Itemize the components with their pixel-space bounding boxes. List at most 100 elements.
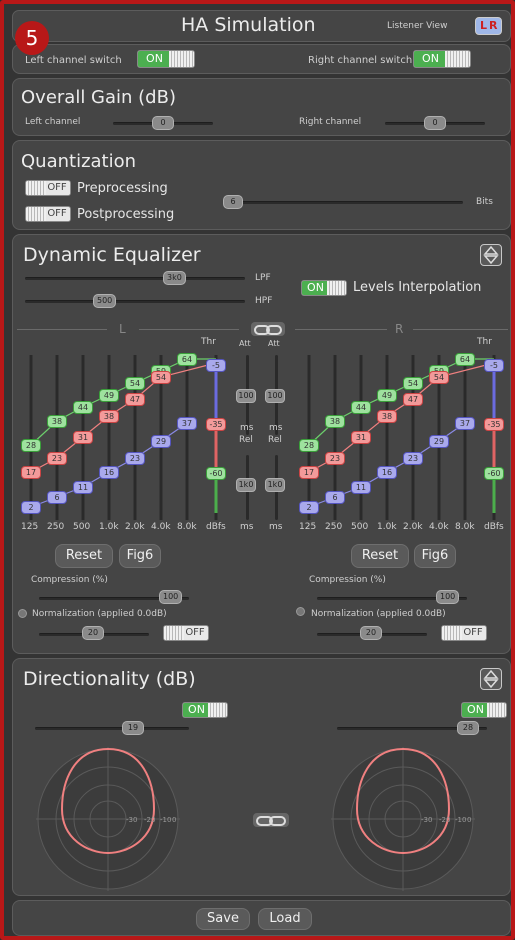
eq-blue-point-left[interactable]: 29 — [151, 435, 171, 448]
eq-blue-point-right[interactable]: 11 — [351, 481, 371, 494]
overall-gain-title: Overall Gain (dB) — [21, 87, 176, 108]
listener-view-toggle[interactable]: LR — [475, 17, 502, 35]
eq-blue-point-left[interactable]: 2 — [21, 501, 41, 514]
eq-red-point-right[interactable]: 23 — [325, 452, 345, 465]
compression-slider-right[interactable]: 100 — [436, 590, 460, 604]
normalization-label-right: Normalization (applied 0.0dB) — [311, 609, 446, 619]
eq-green-point-left[interactable]: 44 — [73, 401, 93, 414]
thr-blue-point-right[interactable]: -5 — [484, 359, 504, 372]
fig6-button-left[interactable]: Fig6 — [119, 544, 161, 568]
link-directionality-icon[interactable] — [253, 813, 289, 827]
postprocessing-toggle[interactable]: OFF — [25, 206, 71, 222]
eq-red-point-left[interactable]: 54 — [151, 371, 171, 384]
thr-red-point-left[interactable]: -35 — [206, 418, 226, 431]
eq-green-point-right[interactable]: 54 — [403, 377, 423, 390]
eq-band-track[interactable] — [307, 355, 311, 520]
reset-button-left[interactable]: Reset — [55, 544, 113, 568]
right-gain-slider[interactable]: 0 — [424, 116, 446, 130]
freq-label-left: 4.0k — [151, 522, 171, 532]
normalization-toggle-right[interactable]: OFF — [441, 625, 487, 641]
freq-label-left: 500 — [73, 522, 91, 532]
normalization-toggle-left[interactable]: OFF — [163, 625, 209, 641]
eq-red-point-right[interactable]: 38 — [377, 410, 397, 423]
thr-green-point-right[interactable]: -60 — [484, 467, 504, 480]
eq-green-point-right[interactable]: 49 — [377, 389, 397, 402]
polar-tick-label-left: -30 — [126, 816, 137, 824]
normalization-radio-right[interactable] — [296, 607, 305, 616]
listener-view-label: Listener View — [387, 21, 448, 31]
normalization-radio-left[interactable] — [18, 609, 27, 618]
eq-band-track[interactable] — [107, 355, 111, 520]
eq-band-track[interactable] — [29, 355, 33, 520]
thr-blue-point-left[interactable]: -5 — [206, 359, 226, 372]
eq-green-point-left[interactable]: 49 — [99, 389, 119, 402]
fig6-button-right[interactable]: Fig6 — [414, 544, 456, 568]
toggle-grip — [445, 51, 470, 67]
left-channel-switch[interactable]: ON — [137, 50, 195, 68]
eq-band-track[interactable] — [185, 355, 189, 520]
eq-blue-point-left[interactable]: 37 — [177, 417, 197, 430]
eq-band-track[interactable] — [385, 355, 389, 520]
eq-blue-point-right[interactable]: 16 — [377, 466, 397, 479]
thr-green-point-left[interactable]: -60 — [206, 467, 226, 480]
eq-red-point-left[interactable]: 38 — [99, 410, 119, 423]
directionality-panel: Directionality (dB) ON ON 19 28 -30 -20 -1… — [12, 658, 511, 896]
eq-red-point-left[interactable]: 23 — [47, 452, 67, 465]
eq-red-point-right[interactable]: 31 — [351, 431, 371, 444]
eq-green-point-right[interactable]: 44 — [351, 401, 371, 414]
toggle-state: ON — [414, 51, 447, 67]
eq-red-point-right[interactable]: 54 — [429, 371, 449, 384]
freq-label-right: 250 — [325, 522, 343, 532]
eq-blue-point-left[interactable]: 16 — [99, 466, 119, 479]
bits-slider[interactable]: 6 — [223, 195, 243, 209]
normalization-slider-right[interactable]: 20 — [360, 626, 382, 640]
eq-blue-point-left[interactable]: 11 — [73, 481, 93, 494]
overall-gain-panel: Overall Gain (dB) Left channel 0 Right c… — [12, 78, 511, 136]
normalization-slider-left[interactable]: 20 — [82, 626, 104, 640]
eq-red-point-right[interactable]: 47 — [403, 393, 423, 406]
right-channel-switch[interactable]: ON — [413, 50, 471, 68]
eq-green-point-right[interactable]: 38 — [325, 415, 345, 428]
eq-blue-point-left[interactable]: 6 — [47, 491, 67, 504]
bits-track[interactable] — [223, 201, 463, 204]
left-channel-switch-label: Left channel switch — [25, 55, 122, 66]
preprocessing-label: Preprocessing — [77, 181, 168, 196]
eq-band-track[interactable] — [463, 355, 467, 520]
eq-red-point-right[interactable]: 17 — [299, 466, 319, 479]
freq-label-right: 500 — [351, 522, 369, 532]
save-button[interactable]: Save — [196, 908, 250, 930]
compression-label-left: Compression (%) — [31, 575, 108, 585]
eq-green-point-left[interactable]: 64 — [177, 353, 197, 366]
eq-green-point-right[interactable]: 64 — [455, 353, 475, 366]
freq-label-left: 2.0k — [125, 522, 145, 532]
eq-green-point-left[interactable]: 38 — [47, 415, 67, 428]
toggle-grip — [442, 626, 462, 640]
eq-red-point-left[interactable]: 47 — [125, 393, 145, 406]
eq-green-point-right[interactable]: 28 — [299, 439, 319, 452]
eq-blue-point-right[interactable]: 29 — [429, 435, 449, 448]
toggle-grip — [26, 181, 46, 195]
eq-green-point-left[interactable]: 54 — [125, 377, 145, 390]
footer-panel: Save Load — [12, 900, 511, 936]
left-gain-slider[interactable]: 0 — [152, 116, 174, 130]
eq-green-point-left[interactable]: 28 — [21, 439, 41, 452]
eq-blue-point-left[interactable]: 23 — [125, 452, 145, 465]
postprocessing-label: Postprocessing — [77, 207, 175, 222]
app-title: HA Simulation — [181, 14, 316, 36]
eq-red-point-left[interactable]: 17 — [21, 466, 41, 479]
polar-tick-label-left: 0 — [172, 816, 176, 824]
polar-tick-label-right: 0 — [467, 816, 471, 824]
eq-blue-point-right[interactable]: 2 — [299, 501, 319, 514]
eq-blue-point-right[interactable]: 23 — [403, 452, 423, 465]
reset-button-right[interactable]: Reset — [351, 544, 409, 568]
load-button[interactable]: Load — [258, 908, 312, 930]
quantization-title: Quantization — [21, 151, 137, 172]
freq-label-right: 125 — [299, 522, 317, 532]
compression-slider-left[interactable]: 100 — [159, 590, 183, 604]
thr-red-point-right[interactable]: -35 — [484, 418, 504, 431]
eq-blue-point-right[interactable]: 37 — [455, 417, 475, 430]
eq-blue-point-right[interactable]: 6 — [325, 491, 345, 504]
preprocessing-toggle[interactable]: OFF — [25, 180, 71, 196]
compression-label-right: Compression (%) — [309, 575, 386, 585]
eq-red-point-left[interactable]: 31 — [73, 431, 93, 444]
